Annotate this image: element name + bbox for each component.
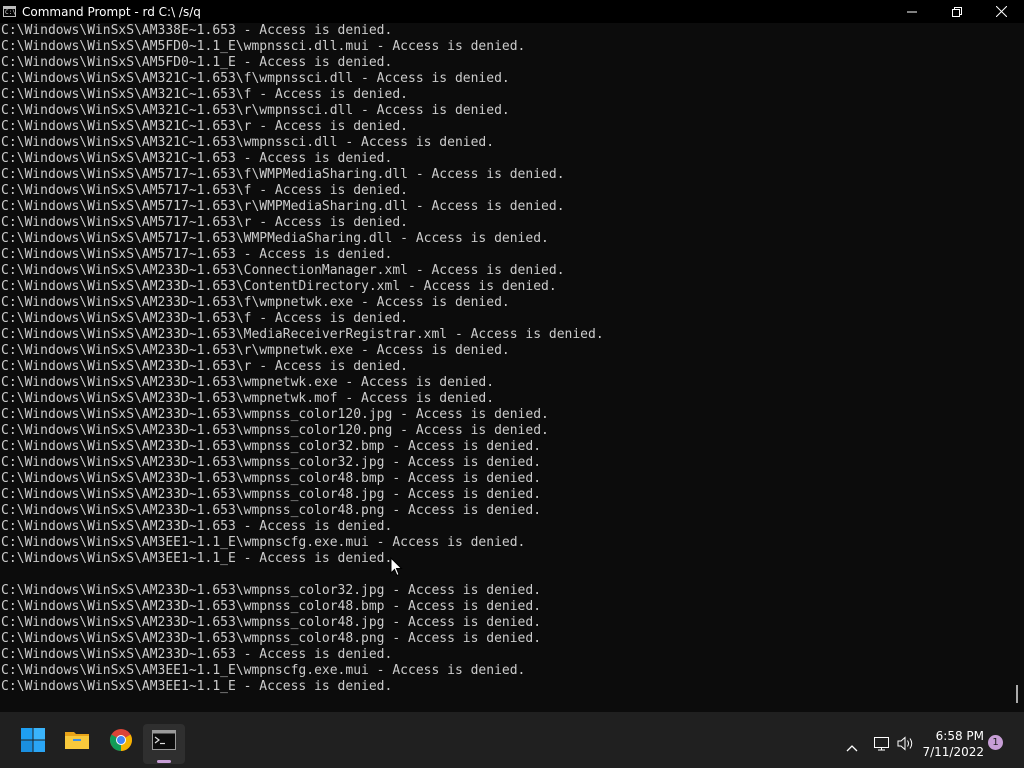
volume-icon <box>897 736 913 751</box>
show-hidden-icons-button[interactable] <box>846 737 858 756</box>
console-line: C:\Windows\WinSxS\AM233D~1.653\wmpnss_co… <box>1 455 542 470</box>
console-line: C:\Windows\WinSxS\AM321C~1.653\f\wmpnssc… <box>1 71 510 86</box>
scrollbar-thumb[interactable] <box>1016 685 1018 703</box>
console-line: C:\Windows\WinSxS\AM3EE1~1.1_E - Access … <box>1 551 393 566</box>
notification-badge[interactable]: 1 <box>988 735 1003 750</box>
title-bar[interactable]: C:\ Command Prompt - rd C:\ /s/q <box>0 0 1024 23</box>
folder-icon <box>65 732 89 749</box>
console-line: C:\Windows\WinSxS\AM233D~1.653\r\wmpnetw… <box>1 343 510 358</box>
mouse-pointer-icon <box>390 557 403 577</box>
console-line: C:\Windows\WinSxS\AM233D~1.653\f\wmpnetw… <box>1 295 510 310</box>
clock[interactable]: 6:58 PM 7/11/2022 <box>920 728 984 760</box>
windows-start-icon <box>21 728 45 752</box>
window-title: Command Prompt - rd C:\ /s/q <box>22 4 201 19</box>
console-line: C:\Windows\WinSxS\AM233D~1.653\wmpnss_co… <box>1 583 542 598</box>
console-line: C:\Windows\WinSxS\AM233D~1.653\wmpnss_co… <box>1 631 542 646</box>
console-line: C:\Windows\WinSxS\AM233D~1.653\wmpnss_co… <box>1 471 542 486</box>
cmd-icon: C:\ <box>3 6 16 17</box>
console-line: C:\Windows\WinSxS\AM233D~1.653\wmpnss_co… <box>1 615 542 630</box>
taskbar-chrome[interactable] <box>105 724 137 756</box>
console-line: C:\Windows\WinSxS\AM233D~1.653\wmpnetwk.… <box>1 375 495 390</box>
console-line: C:\Windows\WinSxS\AM233D~1.653 - Access … <box>1 647 393 662</box>
console-line: C:\Windows\WinSxS\AM338E~1.653 - Access … <box>1 23 393 38</box>
console-line: C:\Windows\WinSxS\AM233D~1.653\wmpnss_co… <box>1 503 542 518</box>
taskbar: 6:58 PM 7/11/2022 1 <box>0 712 1024 768</box>
console-line: C:\Windows\WinSxS\AM5FD0~1.1_E\wmpnssci.… <box>1 39 526 54</box>
start-button[interactable] <box>17 724 49 756</box>
taskbar-file-explorer[interactable] <box>61 724 93 756</box>
minimize-icon <box>906 11 917 12</box>
console-line: C:\Windows\WinSxS\AM5FD0~1.1_E - Access … <box>1 55 393 70</box>
close-icon <box>996 6 1007 17</box>
console-line: C:\Windows\WinSxS\AM3EE1~1.1_E\wmpnscfg.… <box>1 663 526 678</box>
console-line: C:\Windows\WinSxS\AM233D~1.653\wmpnetwk.… <box>1 391 495 406</box>
taskbar-terminal[interactable] <box>148 724 180 756</box>
console-line: C:\Windows\WinSxS\AM321C~1.653\r\wmpnssc… <box>1 103 510 118</box>
active-app-indicator <box>157 760 171 763</box>
console-line: C:\Windows\WinSxS\AM3EE1~1.1_E - Access … <box>1 679 393 694</box>
restore-icon <box>951 6 962 17</box>
console-line: C:\Windows\WinSxS\AM233D~1.653\Connectio… <box>1 263 565 278</box>
clock-time: 6:58 PM <box>935 729 984 743</box>
cmd-icon-glyph: C:\ <box>5 9 16 16</box>
chrome-icon <box>110 729 132 751</box>
window-controls <box>889 0 1024 23</box>
console-text: C:\Windows\WinSxS\AM338E~1.653 - Access … <box>0 23 1008 695</box>
console-line: C:\Windows\WinSxS\AM233D~1.653\wmpnss_co… <box>1 599 542 614</box>
console-line: C:\Windows\WinSxS\AM233D~1.653\f - Acces… <box>1 311 408 326</box>
console-line: C:\Windows\WinSxS\AM233D~1.653\wmpnss_co… <box>1 407 549 422</box>
scrollbar[interactable] <box>1008 23 1024 712</box>
console-line: C:\Windows\WinSxS\AM5717~1.653\r\WMPMedi… <box>1 199 565 214</box>
restore-button[interactable] <box>934 0 979 23</box>
clock-date: 7/11/2022 <box>922 745 984 759</box>
console-line: C:\Windows\WinSxS\AM5717~1.653\f - Acces… <box>1 183 408 198</box>
network-icon <box>874 737 889 751</box>
console-line: C:\Windows\WinSxS\AM3EE1~1.1_E\wmpnscfg.… <box>1 535 526 550</box>
console-line: C:\Windows\WinSxS\AM233D~1.653\r - Acces… <box>1 359 408 374</box>
terminal-icon <box>152 730 176 750</box>
minimize-button[interactable] <box>889 0 934 23</box>
console-line: C:\Windows\WinSxS\AM321C~1.653\f - Acces… <box>1 87 408 102</box>
network-button[interactable] <box>873 736 890 755</box>
console-line: C:\Windows\WinSxS\AM321C~1.653\wmpnssci.… <box>1 135 495 150</box>
console-line: C:\Windows\WinSxS\AM5717~1.653\f\WMPMedi… <box>1 167 565 182</box>
console-line: C:\Windows\WinSxS\AM233D~1.653\wmpnss_co… <box>1 423 549 438</box>
volume-button[interactable] <box>897 736 915 755</box>
console-line: C:\Windows\WinSxS\AM5717~1.653 - Access … <box>1 247 393 262</box>
console-output[interactable]: C:\Windows\WinSxS\AM338E~1.653 - Access … <box>0 23 1008 712</box>
console-line: C:\Windows\WinSxS\AM233D~1.653\wmpnss_co… <box>1 487 542 502</box>
console-line: C:\Windows\WinSxS\AM233D~1.653\MediaRece… <box>1 327 604 342</box>
console-line: C:\Windows\WinSxS\AM233D~1.653\ContentDi… <box>1 279 557 294</box>
console-line: C:\Windows\WinSxS\AM321C~1.653\r - Acces… <box>1 119 408 134</box>
console-line: C:\Windows\WinSxS\AM233D~1.653 - Access … <box>1 519 393 534</box>
console-line: C:\Windows\WinSxS\AM5717~1.653\r - Acces… <box>1 215 408 230</box>
chevron-up-icon <box>846 745 858 752</box>
console-line: C:\Windows\WinSxS\AM233D~1.653\wmpnss_co… <box>1 439 542 454</box>
console-line: C:\Windows\WinSxS\AM321C~1.653 - Access … <box>1 151 393 166</box>
close-button[interactable] <box>979 0 1024 23</box>
console-line: C:\Windows\WinSxS\AM5717~1.653\WMPMediaS… <box>1 231 549 246</box>
